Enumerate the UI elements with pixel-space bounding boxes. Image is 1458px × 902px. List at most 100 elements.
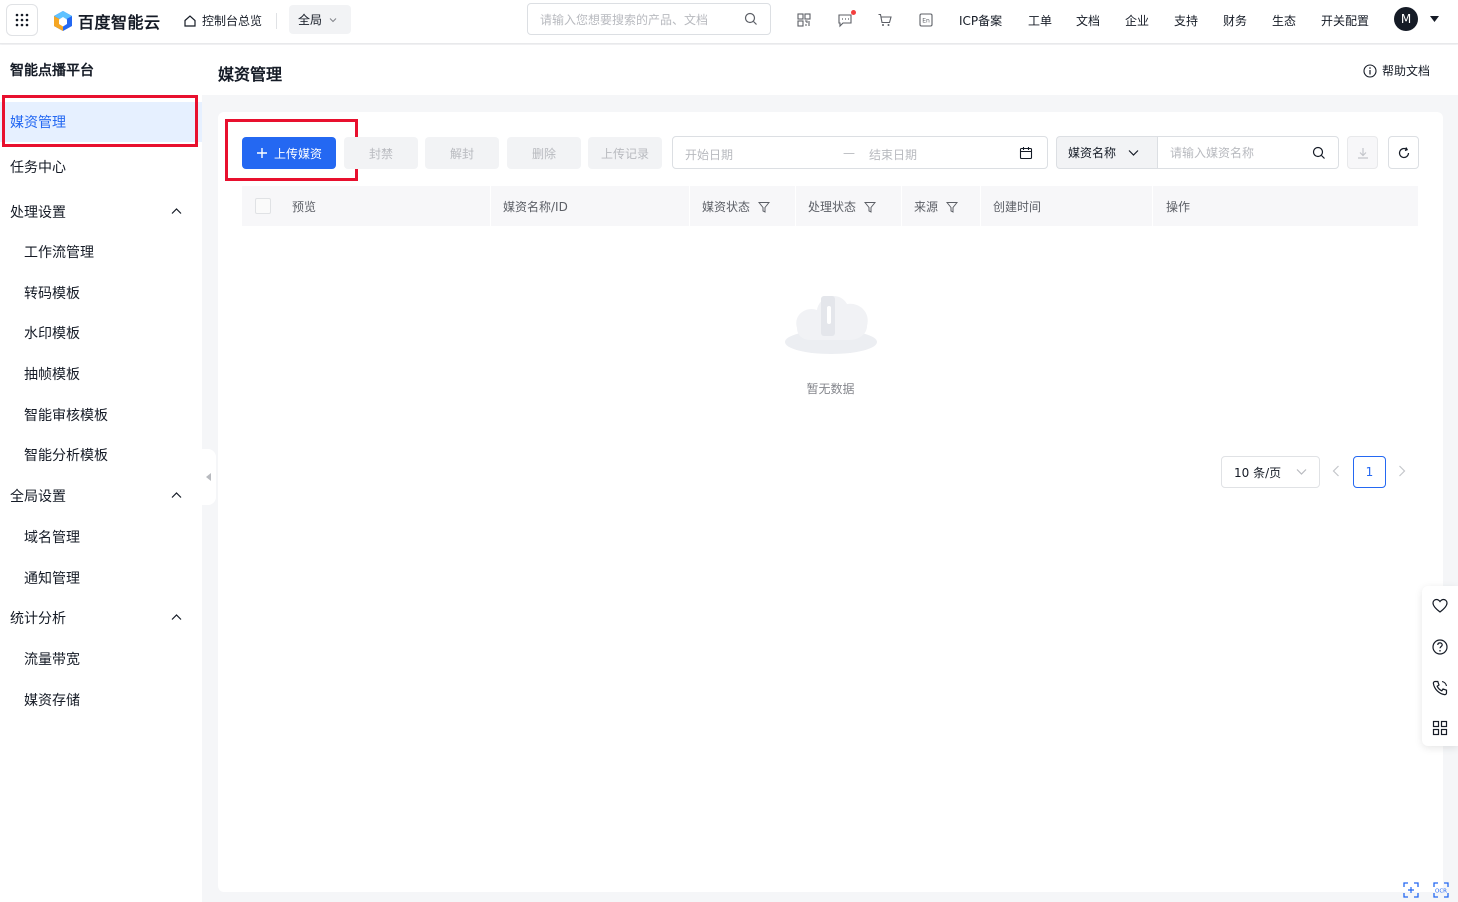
column-label: 媒资状态 bbox=[702, 200, 751, 214]
user-avatar[interactable]: M bbox=[1394, 7, 1418, 31]
sidebar-item-task-center[interactable]: 任务中心 bbox=[0, 147, 202, 187]
sidebar-item-analysis-template[interactable]: 智能分析模板 bbox=[0, 435, 202, 475]
sidebar-item-watermark-template[interactable]: 水印模板 bbox=[0, 313, 202, 353]
question-icon[interactable] bbox=[1431, 638, 1449, 656]
sidebar-item-label: 智能分析模板 bbox=[24, 448, 108, 464]
start-date-placeholder[interactable]: 开始日期 bbox=[685, 146, 733, 163]
help-doc-label: 帮助文档 bbox=[1381, 64, 1430, 78]
filter-icon[interactable] bbox=[758, 201, 771, 213]
column-divider bbox=[901, 186, 902, 226]
language-icon[interactable]: En bbox=[917, 11, 935, 29]
sidebar-item-label: 通知管理 bbox=[24, 571, 80, 587]
sidebar-group-label: 统计分析 bbox=[10, 611, 66, 627]
sidebar-group-statistics[interactable]: 统计分析 bbox=[0, 598, 202, 638]
svg-text:OCR: OCR bbox=[1435, 889, 1447, 895]
nav-ecosystem[interactable]: 生态 bbox=[1272, 12, 1296, 29]
download-button[interactable] bbox=[1347, 136, 1378, 169]
sidebar-group-global-settings[interactable]: 全局设置 bbox=[0, 476, 202, 516]
refresh-button[interactable] bbox=[1388, 136, 1419, 169]
unban-button[interactable]: 解封 bbox=[425, 137, 499, 169]
filter-icon[interactable] bbox=[946, 201, 959, 213]
column-label: 媒资名称/ID bbox=[503, 200, 568, 214]
info-icon bbox=[1363, 63, 1377, 78]
cart-icon[interactable] bbox=[876, 11, 894, 29]
sidebar-item-label: 转码模板 bbox=[24, 286, 80, 302]
sidebar-item-notification[interactable]: 通知管理 bbox=[0, 558, 202, 598]
console-overview-link[interactable]: 控制台总览 bbox=[183, 12, 262, 29]
column-media-status: 媒资状态 bbox=[702, 198, 771, 215]
sidebar-group-label: 全局设置 bbox=[10, 489, 66, 505]
sidebar-collapse-handle[interactable] bbox=[200, 449, 216, 505]
content-card bbox=[218, 112, 1443, 892]
calendar-icon bbox=[1019, 147, 1033, 160]
help-doc-link[interactable]: 帮助文档 bbox=[1363, 62, 1430, 79]
divider bbox=[276, 13, 277, 29]
sidebar-item-audit-template[interactable]: 智能审核模板 bbox=[0, 395, 202, 435]
region-select[interactable]: 全局 bbox=[289, 5, 351, 34]
date-range-picker[interactable]: 开始日期 — 结束日期 bbox=[672, 136, 1048, 169]
sidebar-item-workflow[interactable]: 工作流管理 bbox=[0, 232, 202, 272]
column-divider bbox=[490, 186, 491, 226]
apps-grid-icon[interactable] bbox=[6, 4, 38, 36]
sidebar-item-media-storage[interactable]: 媒资存储 bbox=[0, 680, 202, 720]
next-page-icon[interactable] bbox=[1398, 464, 1406, 478]
column-preview: 预览 bbox=[292, 198, 316, 215]
select-all-checkbox[interactable] bbox=[255, 198, 271, 214]
qr-code-icon[interactable] bbox=[795, 11, 813, 29]
date-separator: — bbox=[843, 146, 855, 160]
heart-icon[interactable] bbox=[1431, 597, 1449, 615]
sidebar-title: 智能点播平台 bbox=[10, 63, 94, 79]
baidu-ai-cloud-logo[interactable]: 百度智能云 bbox=[52, 9, 161, 33]
caret-down-icon[interactable] bbox=[1430, 16, 1439, 22]
column-label: 操作 bbox=[1166, 200, 1191, 214]
column-divider bbox=[795, 186, 796, 226]
notification-dot bbox=[851, 10, 856, 15]
page-title: 媒资管理 bbox=[218, 65, 283, 84]
nav-ticket[interactable]: 工单 bbox=[1028, 12, 1052, 29]
ban-button[interactable]: 封禁 bbox=[344, 137, 418, 169]
nav-switch-config[interactable]: 开关配置 bbox=[1321, 12, 1369, 29]
nav-docs[interactable]: 文档 bbox=[1076, 12, 1100, 29]
search-icon[interactable] bbox=[744, 12, 758, 26]
sidebar-item-transcode-template[interactable]: 转码模板 bbox=[0, 273, 202, 313]
upload-record-button[interactable]: 上传记录 bbox=[588, 137, 662, 169]
prev-page-icon[interactable] bbox=[1332, 464, 1340, 478]
nav-finance[interactable]: 财务 bbox=[1223, 12, 1247, 29]
sidebar-item-traffic-bandwidth[interactable]: 流量带宽 bbox=[0, 639, 202, 679]
nav-enterprise[interactable]: 企业 bbox=[1125, 12, 1149, 29]
phone-icon[interactable] bbox=[1431, 679, 1449, 697]
page-header: 媒资管理 帮助文档 bbox=[202, 45, 1458, 95]
sidebar: 智能点播平台 媒资管理 任务中心 处理设置 工作流管理 转码模板 水印模板 抽帧… bbox=[0, 45, 202, 902]
delete-button[interactable]: 删除 bbox=[507, 137, 581, 169]
search-field-label: 媒资名称 bbox=[1068, 146, 1117, 160]
column-label: 处理状态 bbox=[808, 200, 857, 214]
screenshot-scan-icon[interactable] bbox=[1402, 881, 1420, 899]
filter-icon[interactable] bbox=[864, 201, 877, 213]
highlight-annotation-box bbox=[225, 119, 358, 181]
logo-icon bbox=[54, 11, 72, 31]
region-label: 全局 bbox=[298, 13, 323, 27]
top-navigation-bar: 百度智能云 控制台总览 全局 请输入您想要搜索的产品、文档 En ICP备案 工… bbox=[0, 0, 1458, 44]
chevron-up-icon bbox=[171, 208, 182, 214]
search-icon[interactable] bbox=[1312, 146, 1326, 160]
sidebar-group-processing-settings[interactable]: 处理设置 bbox=[0, 192, 202, 232]
column-process-status: 处理状态 bbox=[808, 198, 877, 215]
page-number-button[interactable]: 1 bbox=[1353, 456, 1386, 488]
global-search-input[interactable]: 请输入您想要搜索的产品、文档 bbox=[527, 3, 771, 35]
nav-support[interactable]: 支持 bbox=[1174, 12, 1198, 29]
column-created-time: 创建时间 bbox=[993, 198, 1041, 215]
column-media-name-id: 媒资名称/ID bbox=[503, 198, 568, 215]
page-size-select[interactable]: 10 条/页 bbox=[1221, 456, 1320, 488]
column-divider bbox=[689, 186, 690, 226]
message-icon[interactable] bbox=[836, 10, 856, 29]
grid-apps-icon[interactable] bbox=[1431, 719, 1449, 737]
empty-state-label: 暂无数据 bbox=[806, 382, 855, 396]
sidebar-item-domain[interactable]: 域名管理 bbox=[0, 517, 202, 557]
column-actions: 操作 bbox=[1166, 198, 1190, 215]
column-divider bbox=[980, 186, 981, 226]
media-name-search-input[interactable]: 请输入媒资名称 bbox=[1157, 136, 1339, 169]
nav-icp[interactable]: ICP备案 bbox=[959, 12, 1002, 29]
search-field-select[interactable]: 媒资名称 bbox=[1056, 136, 1158, 169]
ocr-scan-icon[interactable]: OCR bbox=[1432, 881, 1450, 899]
end-date-placeholder[interactable]: 结束日期 bbox=[869, 146, 917, 163]
